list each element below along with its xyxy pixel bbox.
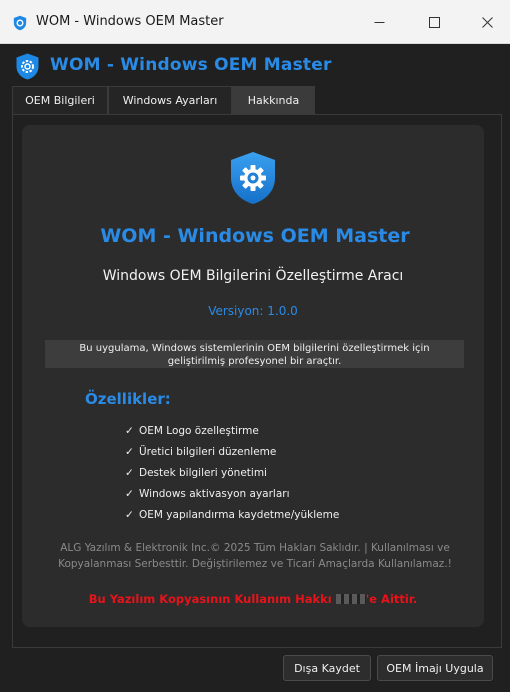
feature-item: ✓ OEM yapılandırma kaydetme/yükleme xyxy=(125,504,339,525)
description-line: geliştirilmiş profesyonel bir araçtır. xyxy=(167,356,342,367)
feature-item: ✓ Destek bilgileri yönetimi xyxy=(125,462,339,483)
description-box: Bu uygulama, Windows sistemlerinin OEM b… xyxy=(45,340,464,368)
window-titlebar: WOM - Windows OEM Master xyxy=(0,0,510,44)
shield-gear-icon xyxy=(13,15,27,31)
features-title: Özellikler: xyxy=(85,390,171,408)
tab-oem-info[interactable]: OEM Bilgileri xyxy=(12,86,108,114)
feature-item: ✓ Üretici bilgileri düzenleme xyxy=(125,441,339,462)
minimize-icon xyxy=(374,21,384,23)
redacted-owner-name xyxy=(335,594,366,604)
export-button[interactable]: Dışa Kaydet xyxy=(283,655,371,681)
check-icon: ✓ xyxy=(125,445,134,458)
license-text-before: Bu Yazılım Kopyasının Kullanım Hakkı xyxy=(88,592,336,606)
window-title: WOM - Windows OEM Master xyxy=(36,14,224,29)
app-header: WOM - Windows OEM Master xyxy=(0,44,510,86)
tab-windows-settings[interactable]: Windows Ayarları xyxy=(108,86,232,114)
about-subtitle: Windows OEM Bilgilerini Özelleştirme Ara… xyxy=(102,268,404,284)
check-icon: ✓ xyxy=(125,466,134,479)
about-title: WOM - Windows OEM Master xyxy=(100,225,410,247)
apply-oem-image-button[interactable]: OEM İmajı Uygula xyxy=(377,655,493,681)
version-label: Versiyon: 1.0.0 xyxy=(208,304,298,318)
features-list: ✓ OEM Logo özelleştirme ✓ Üretici bilgiler… xyxy=(125,420,339,525)
copyright-line: Kopyalanması Serbesttir. Değiştirilemez … xyxy=(58,558,452,570)
maximize-icon xyxy=(428,16,440,28)
feature-label: OEM yapılandırma kaydetme/yükleme xyxy=(139,508,340,521)
check-icon: ✓ xyxy=(125,424,134,437)
tab-bar: OEM Bilgileri Windows Ayarları Hakkında xyxy=(12,86,315,114)
copyright-line: ALG Yazılım & Elektronik Inc.© 2025 Tüm … xyxy=(60,542,450,554)
feature-label: Windows aktivasyon ayarları xyxy=(139,487,290,500)
copyright-text: ALG Yazılım & Elektronik Inc.© 2025 Tüm … xyxy=(50,540,460,572)
maximize-button[interactable] xyxy=(419,10,449,34)
license-owner-notice: Bu Yazılım Kopyasının Kullanım Hakkı 'e … xyxy=(0,592,506,606)
close-icon xyxy=(481,16,493,28)
check-icon: ✓ xyxy=(125,487,134,500)
description-line: Bu uygulama, Windows sistemlerinin OEM b… xyxy=(79,343,430,354)
app-title: WOM - Windows OEM Master xyxy=(50,55,332,75)
license-text-after: 'e Aittir. xyxy=(365,592,418,606)
feature-label: OEM Logo özelleştirme xyxy=(139,424,259,437)
feature-label: Destek bilgileri yönetimi xyxy=(139,466,267,479)
check-icon: ✓ xyxy=(125,508,134,521)
feature-label: Üretici bilgileri düzenleme xyxy=(139,445,277,458)
shield-gear-icon xyxy=(16,53,39,80)
shield-gear-icon xyxy=(231,152,275,204)
minimize-button[interactable] xyxy=(364,10,394,34)
feature-item: ✓ OEM Logo özelleştirme xyxy=(125,420,339,441)
close-button[interactable] xyxy=(472,10,502,34)
tab-about[interactable]: Hakkında xyxy=(232,86,315,114)
feature-item: ✓ Windows aktivasyon ayarları xyxy=(125,483,339,504)
